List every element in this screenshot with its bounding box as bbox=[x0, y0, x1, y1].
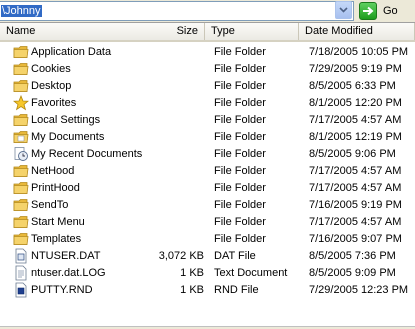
file-type: Text Document bbox=[214, 267, 288, 279]
file-row[interactable]: Desktop File Folder 8/5/2005 6:33 PM bbox=[0, 78, 415, 95]
folder-icon bbox=[13, 61, 29, 77]
file-row[interactable]: My Recent Documents File Folder 8/5/2005 9… bbox=[0, 146, 415, 163]
file-size: 1 KB bbox=[180, 284, 204, 296]
file-list-view[interactable]: Name Size Type Date Modified Application… bbox=[0, 22, 415, 329]
file-size: 1 KB bbox=[180, 267, 204, 279]
file-date-modified: 8/5/2005 6:33 PM bbox=[309, 80, 396, 92]
file-name: SendTo bbox=[31, 199, 69, 211]
file-date-modified: 8/1/2005 12:19 PM bbox=[309, 131, 402, 143]
file-row[interactable]: NetHood File Folder 7/17/2005 4:57 AM bbox=[0, 163, 415, 180]
file-rows: Application Data File Folder 7/18/2005 10:… bbox=[0, 44, 415, 299]
file-date-modified: 7/16/2005 9:07 PM bbox=[309, 233, 402, 245]
column-headers: Name Size Type Date Modified bbox=[0, 23, 415, 42]
file-date-modified: 7/17/2005 4:57 AM bbox=[309, 182, 402, 194]
favorites-star-icon bbox=[12, 94, 30, 111]
folder-icon bbox=[13, 231, 29, 247]
file-date-modified: 7/16/2005 9:19 PM bbox=[309, 199, 402, 211]
file-type: File Folder bbox=[214, 199, 266, 211]
file-row[interactable]: Cookies File Folder 7/29/2005 9:19 PM bbox=[0, 61, 415, 78]
file-type: File Folder bbox=[214, 63, 266, 75]
column-header-date-modified[interactable]: Date Modified bbox=[299, 23, 415, 40]
folder-icon bbox=[13, 214, 29, 230]
folder-icon bbox=[13, 78, 29, 94]
file-date-modified: 7/17/2005 4:57 AM bbox=[309, 216, 402, 228]
column-header-size[interactable]: Size bbox=[143, 23, 205, 40]
file-type: File Folder bbox=[214, 216, 266, 228]
file-row[interactable]: Templates File Folder 7/16/2005 9:07 PM bbox=[0, 231, 415, 248]
file-date-modified: 8/5/2005 9:09 PM bbox=[309, 267, 396, 279]
address-input[interactable]: \Johnny bbox=[0, 1, 354, 21]
file-type: File Folder bbox=[214, 46, 266, 58]
go-label: Go bbox=[383, 5, 398, 17]
file-row[interactable]: My Documents File Folder 8/1/2005 12:19 PM bbox=[0, 129, 415, 146]
folder-icon bbox=[13, 163, 29, 179]
file-type: File Folder bbox=[214, 131, 266, 143]
file-date-modified: 7/18/2005 10:05 PM bbox=[309, 46, 409, 58]
file-name: Application Data bbox=[31, 46, 112, 58]
file-date-modified: 7/17/2005 4:57 AM bbox=[309, 114, 402, 126]
file-name: NetHood bbox=[31, 165, 75, 177]
file-name: PrintHood bbox=[31, 182, 80, 194]
file-type: File Folder bbox=[214, 97, 266, 109]
recent-documents-clock-icon bbox=[13, 146, 29, 162]
file-type: File Folder bbox=[214, 233, 266, 245]
file-name: Cookies bbox=[31, 63, 71, 75]
file-date-modified: 8/5/2005 9:06 PM bbox=[309, 148, 396, 160]
file-name: Desktop bbox=[31, 80, 72, 92]
file-row[interactable]: ntuser.dat.LOG 1 KB Text Document 8/5/2005 … bbox=[0, 265, 415, 282]
my-documents-folder-icon bbox=[13, 129, 29, 145]
file-size: 3,072 KB bbox=[158, 250, 204, 262]
file-date-modified: 7/29/2005 9:19 PM bbox=[309, 63, 402, 75]
file-name: Start Menu bbox=[31, 216, 85, 228]
dat-file-icon bbox=[13, 248, 29, 264]
address-bar: \Johnny Go bbox=[0, 0, 415, 22]
file-name: NTUSER.DAT bbox=[31, 250, 101, 262]
file-type: RND File bbox=[214, 284, 259, 296]
file-row[interactable]: Favorites File Folder 8/1/2005 12:20 PM bbox=[0, 94, 415, 112]
folder-icon bbox=[13, 112, 29, 128]
address-text: \Johnny bbox=[1, 5, 42, 17]
address-dropdown-button[interactable] bbox=[335, 1, 352, 19]
file-name: Local Settings bbox=[31, 114, 101, 126]
file-type: File Folder bbox=[214, 165, 266, 177]
folder-icon bbox=[13, 180, 29, 196]
file-row[interactable]: Local Settings File Folder 7/17/2005 4:57 … bbox=[0, 112, 415, 129]
column-header-type[interactable]: Type bbox=[205, 23, 299, 40]
file-row[interactable]: PUTTY.RND 1 KB RND File 7/29/2005 12:23 PM bbox=[0, 282, 415, 299]
file-name: Favorites bbox=[31, 97, 77, 109]
file-row[interactable]: NTUSER.DAT 3,072 KB DAT File 8/5/2005 7:36 … bbox=[0, 248, 415, 265]
file-date-modified: 8/5/2005 7:36 PM bbox=[309, 250, 396, 262]
text-document-icon bbox=[13, 265, 29, 281]
file-type: DAT File bbox=[214, 250, 256, 262]
file-row[interactable]: SendTo File Folder 7/16/2005 9:19 PM bbox=[0, 197, 415, 214]
go-arrow-icon bbox=[359, 2, 377, 20]
chevron-down-icon bbox=[339, 7, 348, 13]
file-date-modified: 7/29/2005 12:23 PM bbox=[309, 284, 409, 296]
file-type: File Folder bbox=[214, 114, 266, 126]
file-type: File Folder bbox=[214, 148, 266, 160]
file-name: My Documents bbox=[31, 131, 105, 143]
rnd-file-icon bbox=[13, 282, 29, 298]
file-row[interactable]: Start Menu File Folder 7/17/2005 4:57 AM bbox=[0, 214, 415, 231]
file-row[interactable]: PrintHood File Folder 7/17/2005 4:57 AM bbox=[0, 180, 415, 197]
file-name: My Recent Documents bbox=[31, 148, 143, 160]
go-button[interactable]: Go bbox=[356, 1, 414, 21]
folder-icon bbox=[13, 197, 29, 213]
file-date-modified: 8/1/2005 12:20 PM bbox=[309, 97, 402, 109]
file-name: Templates bbox=[31, 233, 82, 245]
file-name: ntuser.dat.LOG bbox=[31, 267, 106, 279]
folder-icon bbox=[13, 44, 29, 60]
file-name: PUTTY.RND bbox=[31, 284, 93, 296]
file-row[interactable]: Application Data File Folder 7/18/2005 10:… bbox=[0, 44, 415, 61]
file-date-modified: 7/17/2005 4:57 AM bbox=[309, 165, 402, 177]
file-type: File Folder bbox=[214, 182, 266, 194]
file-type: File Folder bbox=[214, 80, 266, 92]
